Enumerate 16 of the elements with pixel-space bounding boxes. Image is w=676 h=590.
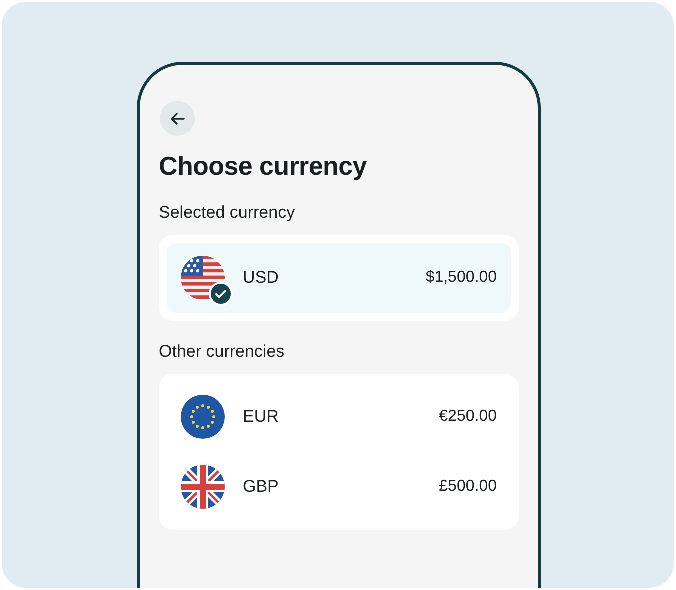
- section-heading: Selected currency: [159, 203, 296, 223]
- currency-row[interactable]: GBP £500.00: [167, 452, 511, 522]
- currency-amount: $1,500.00: [426, 269, 497, 287]
- screen-title: Choose currency: [159, 151, 368, 182]
- currency-code: EUR: [243, 407, 280, 427]
- currency-row[interactable]: USD $1,500.00: [167, 243, 511, 313]
- currency-amount: £500.00: [439, 478, 497, 496]
- currency-code: USD: [243, 268, 280, 288]
- currency-amount: €250.00: [439, 408, 497, 426]
- currency-row[interactable]: EUR €250.00: [167, 382, 511, 452]
- flag-icon: [181, 465, 225, 509]
- back-button[interactable]: [160, 101, 195, 136]
- check-badge-icon: [209, 282, 233, 306]
- section-heading: Other currencies: [159, 342, 286, 362]
- flag-icon: [181, 395, 225, 439]
- currency-code: GBP: [243, 477, 280, 497]
